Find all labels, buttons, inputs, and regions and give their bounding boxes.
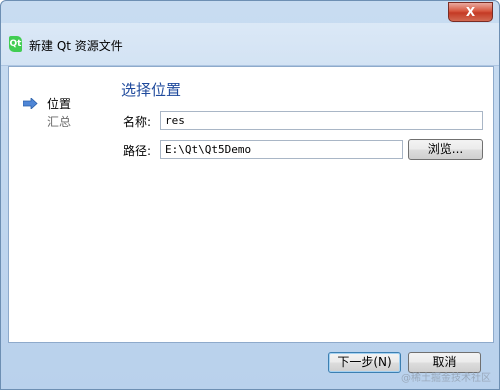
path-label: 路径: (123, 144, 152, 158)
close-button[interactable]: X (448, 2, 493, 22)
title-bar: X (1, 1, 499, 23)
page-title: 选择位置 (121, 81, 182, 99)
wizard-header: Qt 新建 Qt 资源文件 (1, 23, 499, 66)
qt-creator-icon: Qt (9, 36, 22, 52)
watermark: @稀土掘金技术社区 (401, 373, 491, 384)
name-label: 名称: (123, 115, 152, 129)
nav-item-label: 汇总 (47, 115, 72, 129)
close-icon: X (465, 5, 476, 19)
browse-button[interactable]: 浏览... (408, 139, 483, 160)
name-input[interactable] (160, 111, 483, 130)
wizard-content: 位置 汇总 选择位置 名称: 路径: 浏览... (8, 66, 494, 343)
path-input[interactable] (160, 140, 403, 159)
next-button[interactable]: 下一步(N) (328, 352, 401, 373)
nav-item-label: 位置 (47, 97, 72, 111)
wizard-title: 新建 Qt 资源文件 (29, 39, 123, 53)
wizard-window: X Qt 新建 Qt 资源文件 位置 汇总 选择位置 名称: 路径: 浏览...… (0, 0, 500, 390)
right-arrow-icon (23, 98, 38, 109)
